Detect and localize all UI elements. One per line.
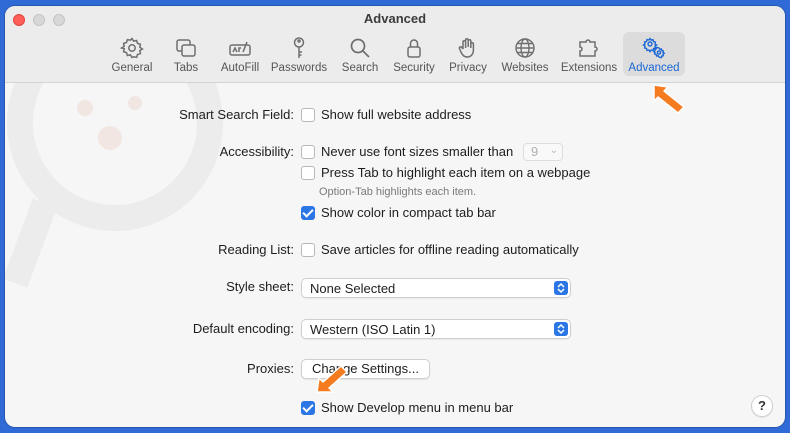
reading-list-label: Reading List: bbox=[218, 242, 294, 257]
magnifier-icon bbox=[347, 35, 373, 61]
change-settings-button[interactable]: Change Settings... bbox=[301, 359, 430, 379]
tab-label: Extensions bbox=[560, 62, 618, 74]
tab-security[interactable]: Security bbox=[383, 32, 445, 76]
show-full-address-checkbox[interactable] bbox=[301, 108, 315, 122]
tab-privacy[interactable]: Privacy bbox=[437, 32, 499, 76]
show-develop-menu-checkbox[interactable] bbox=[301, 401, 315, 415]
tab-label: General bbox=[111, 62, 153, 74]
style-sheet-select[interactable]: None Selected bbox=[301, 278, 571, 298]
tab-advanced[interactable]: Advanced bbox=[623, 32, 685, 76]
window-title: Advanced bbox=[363, 11, 427, 26]
tab-label: AutoFill bbox=[220, 62, 260, 74]
updown-chevron-icon bbox=[554, 281, 568, 295]
style-sheet-value: None Selected bbox=[310, 281, 396, 296]
tab-label: Tabs bbox=[173, 62, 199, 74]
show-full-address-label: Show full website address bbox=[321, 107, 472, 122]
tab-highlight-hint: Option-Tab highlights each item. bbox=[319, 186, 477, 198]
tab-label: Passwords bbox=[270, 62, 328, 74]
lock-icon bbox=[401, 35, 427, 61]
min-font-size-value: 9 bbox=[531, 144, 539, 159]
tab-label: Privacy bbox=[449, 62, 487, 74]
tab-label: Advanced bbox=[628, 62, 680, 74]
toolbar: Advanced General Tabs AutoFill Passwords… bbox=[5, 6, 785, 83]
help-button[interactable]: ? bbox=[751, 395, 773, 417]
tab-autofill[interactable]: AutoFill bbox=[209, 32, 271, 76]
gear-icon bbox=[119, 35, 145, 61]
min-font-size-select: 9 ⌄ bbox=[523, 143, 563, 161]
encoding-select[interactable]: Western (ISO Latin 1) bbox=[301, 319, 571, 339]
gears-icon bbox=[641, 35, 667, 61]
preference-tabs: General Tabs AutoFill Passwords Search S… bbox=[5, 32, 785, 78]
tab-general[interactable]: General bbox=[101, 32, 163, 76]
tab-tabs[interactable]: Tabs bbox=[155, 32, 217, 76]
tab-websites[interactable]: Websites bbox=[494, 32, 556, 76]
preferences-window: Advanced General Tabs AutoFill Passwords… bbox=[5, 6, 785, 427]
tab-highlight-checkbox[interactable] bbox=[301, 166, 315, 180]
hand-icon bbox=[455, 35, 481, 61]
min-font-size-label: Never use font sizes smaller than bbox=[321, 144, 514, 159]
accessibility-label: Accessibility: bbox=[219, 144, 294, 159]
updown-chevron-icon bbox=[554, 322, 568, 336]
tab-passwords[interactable]: Passwords bbox=[268, 32, 330, 76]
tabs-icon bbox=[173, 35, 199, 61]
proxies-label: Proxies: bbox=[247, 361, 294, 376]
encoding-label: Default encoding: bbox=[192, 321, 294, 336]
save-offline-checkbox[interactable] bbox=[301, 243, 315, 257]
compact-tab-color-checkbox[interactable] bbox=[301, 206, 315, 220]
tab-label: Websites bbox=[501, 62, 549, 74]
globe-icon bbox=[512, 35, 538, 61]
puzzle-icon bbox=[576, 35, 602, 61]
show-develop-menu-label: Show Develop menu in menu bar bbox=[321, 400, 514, 415]
tab-label: Security bbox=[393, 62, 435, 74]
save-offline-label: Save articles for offline reading automa… bbox=[321, 242, 579, 257]
tab-extensions[interactable]: Extensions bbox=[558, 32, 620, 76]
compact-tab-color-label: Show color in compact tab bar bbox=[321, 205, 496, 220]
style-sheet-label: Style sheet: bbox=[226, 279, 294, 294]
key-icon bbox=[286, 35, 312, 61]
min-font-size-checkbox[interactable] bbox=[301, 145, 315, 159]
autofill-icon bbox=[227, 35, 253, 61]
chevron-down-icon: ⌄ bbox=[549, 145, 558, 156]
tab-search[interactable]: Search bbox=[329, 32, 391, 76]
smart-search-label: Smart Search Field: bbox=[179, 107, 294, 122]
tab-label: Search bbox=[341, 62, 379, 74]
encoding-value: Western (ISO Latin 1) bbox=[310, 322, 436, 337]
tab-highlight-label: Press Tab to highlight each item on a we… bbox=[321, 165, 591, 180]
advanced-settings-panel: Smart Search Field: Show full website ad… bbox=[5, 84, 785, 427]
